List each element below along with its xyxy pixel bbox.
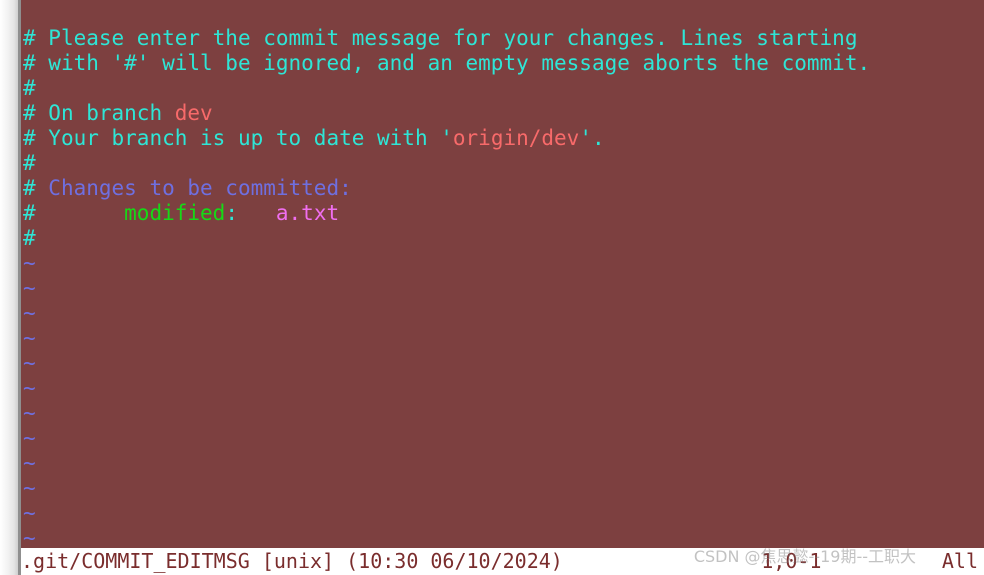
editor-line: # Your branch is up to date with 'origin…: [21, 126, 984, 151]
line-segment: with '#' will be ignored, and an empty m…: [35, 51, 871, 75]
vim-editor-window: # Please enter the commit message for yo…: [0, 0, 984, 575]
tilde-icon: ~: [23, 351, 36, 375]
empty-line-marker-row: ~: [21, 476, 984, 501]
tilde-icon: ~: [23, 376, 36, 400]
tilde-icon: ~: [23, 501, 36, 525]
status-bar: .git/COMMIT_EDITMSG [unix] (10:30 06/10/…: [21, 548, 984, 575]
line-segment: dev: [174, 101, 213, 125]
tilde-icon: ~: [23, 326, 36, 350]
tilde-icon: ~: [23, 401, 36, 425]
editor-line: # with '#' will be ignored, and an empty…: [21, 51, 984, 76]
line-segment: #: [23, 176, 36, 200]
editor-line: #: [21, 151, 984, 176]
line-segment: On branch: [35, 101, 175, 125]
editor-lines: # Please enter the commit message for yo…: [21, 26, 984, 251]
editor-line: # Changes to be committed:: [21, 176, 984, 201]
empty-line-marker-row: ~: [21, 426, 984, 451]
tilde-icon: ~: [23, 251, 36, 275]
tilde-icon: ~: [23, 451, 36, 475]
editor-line: #: [21, 226, 984, 251]
line-segment: :: [225, 201, 238, 225]
line-segment: #: [23, 226, 36, 250]
line-segment: a.txt: [237, 201, 340, 225]
line-segment: modified: [35, 201, 226, 225]
empty-line-marker-row: ~: [21, 351, 984, 376]
line-segment: '.: [579, 126, 605, 150]
line-segment: Your branch is up to date with ': [35, 126, 453, 150]
line-segment: #: [23, 76, 36, 100]
editor-line: # On branch dev: [21, 101, 984, 126]
line-segment: #: [23, 101, 36, 125]
editor-text-area[interactable]: # Please enter the commit message for yo…: [21, 0, 984, 575]
empty-line-marker-row: ~: [21, 451, 984, 476]
tilde-icon: ~: [23, 276, 36, 300]
tilde-icon: ~: [23, 526, 36, 550]
window-gutter-strip[interactable]: [0, 0, 18, 575]
line-segment: Changes to be committed:: [35, 176, 352, 200]
empty-line-marker-row: ~: [21, 301, 984, 326]
line-segment: #: [23, 201, 36, 225]
empty-line-marker-row: ~: [21, 501, 984, 526]
status-file-info: .git/COMMIT_EDITMSG [unix] (10:30 06/10/…: [21, 549, 563, 573]
editor-line: # Please enter the commit message for yo…: [21, 26, 984, 51]
line-segment: origin/dev: [452, 126, 580, 150]
tilde-icon: ~: [23, 301, 36, 325]
gutter-edge-divider: [18, 0, 21, 575]
empty-line-marker-row: ~: [21, 326, 984, 351]
tilde-icon: ~: [23, 426, 36, 450]
empty-line-marker-row: ~: [21, 276, 984, 301]
tilde-icon: ~: [23, 476, 36, 500]
status-cursor-position: 1,0-1 All: [761, 549, 978, 573]
line-segment: #: [23, 151, 36, 175]
line-segment: Please enter the commit message for your…: [35, 26, 858, 50]
editor-line: #: [21, 76, 984, 101]
empty-line-marker-row: ~: [21, 401, 984, 426]
line-segment: #: [23, 126, 36, 150]
empty-line-marker-row: ~: [21, 376, 984, 401]
empty-line-marker-row: ~: [21, 251, 984, 276]
line-segment: #: [23, 26, 36, 50]
editor-line: # modified: a.txt: [21, 201, 984, 226]
editor-empty-line-markers: ~~~~~~~~~~~~~: [21, 251, 984, 575]
line-segment: #: [23, 51, 36, 75]
